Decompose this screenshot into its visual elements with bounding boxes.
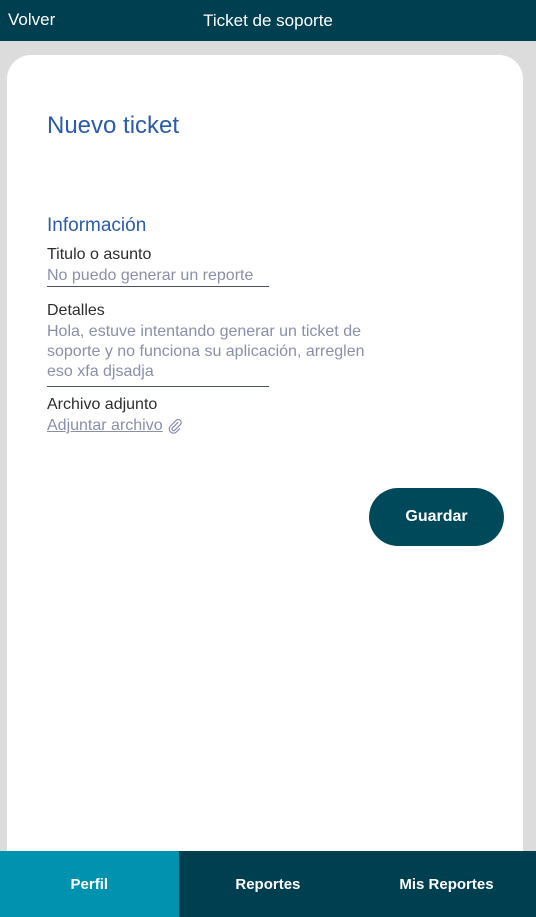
nav-item-reportes[interactable]: Reportes	[179, 851, 358, 917]
bottom-navigation: Perfil Reportes Mis Reportes	[0, 851, 536, 917]
attach-file-link[interactable]: Adjuntar archivo	[47, 416, 183, 436]
screen-title: Ticket de soporte	[203, 11, 333, 30]
form-card: Nuevo ticket Información Titulo o asunto…	[7, 55, 523, 875]
nav-item-perfil[interactable]: Perfil	[0, 851, 179, 917]
section-title: Información	[47, 215, 147, 236]
title-input[interactable]: No puedo generar un reporte	[47, 266, 253, 286]
page-title: Nuevo ticket	[47, 112, 180, 139]
details-textarea-underline	[47, 386, 269, 387]
paperclip-icon	[168, 418, 182, 434]
title-field-label: Titulo o asunto	[47, 246, 152, 263]
nav-item-mis-reportes[interactable]: Mis Reportes	[357, 851, 536, 917]
details-field-label: Detalles	[47, 302, 105, 319]
title-input-underline	[47, 286, 269, 287]
attachment-field-label: Archivo adjunto	[47, 396, 158, 413]
details-textarea[interactable]: Hola, estuve intentando generar un ticke…	[47, 322, 377, 382]
attach-file-link-label: Adjuntar archivo	[47, 417, 163, 434]
top-app-bar: Volver Ticket de soporte	[0, 0, 536, 41]
save-button[interactable]: Guardar	[369, 488, 504, 546]
